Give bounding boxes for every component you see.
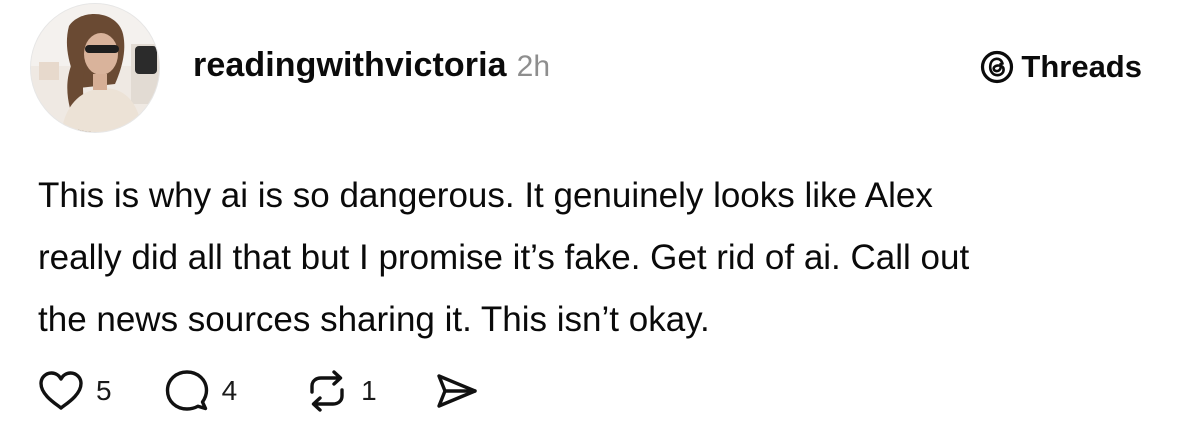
brand-label: Threads xyxy=(1021,49,1142,84)
username[interactable]: readingwithvictoria xyxy=(193,46,507,85)
avatar-photo xyxy=(31,4,159,132)
avatar[interactable] xyxy=(30,3,160,133)
like-button[interactable]: 5 xyxy=(38,370,112,412)
post-text-line: really did all that but I promise it’s f… xyxy=(38,238,970,277)
post-text-line: This is why ai is so dangerous. It genui… xyxy=(38,176,933,215)
post-text: This is why ai is so dangerous. It genui… xyxy=(38,165,1148,351)
post-text-line: the news sources sharing it. This isn’t … xyxy=(38,300,710,339)
share-button[interactable] xyxy=(435,371,479,411)
send-icon xyxy=(437,374,477,408)
repost-count: 1 xyxy=(361,375,377,406)
repost-icon xyxy=(310,370,344,412)
like-count: 5 xyxy=(96,375,112,406)
reply-button[interactable]: 4 xyxy=(164,368,238,414)
reply-count: 4 xyxy=(221,375,238,406)
action-bar: 5 4 1 xyxy=(38,366,479,416)
heart-icon xyxy=(39,371,83,410)
threads-logo-icon xyxy=(981,50,1014,84)
repost-button[interactable]: 1 xyxy=(305,370,377,412)
post-header: readingwithvictoria 2h xyxy=(193,46,550,85)
threads-post: readingwithvictoria 2h Threads This is w… xyxy=(0,0,1179,443)
timestamp: 2h xyxy=(516,50,551,83)
comment-icon xyxy=(165,370,208,411)
threads-brand: Threads xyxy=(979,49,1142,85)
